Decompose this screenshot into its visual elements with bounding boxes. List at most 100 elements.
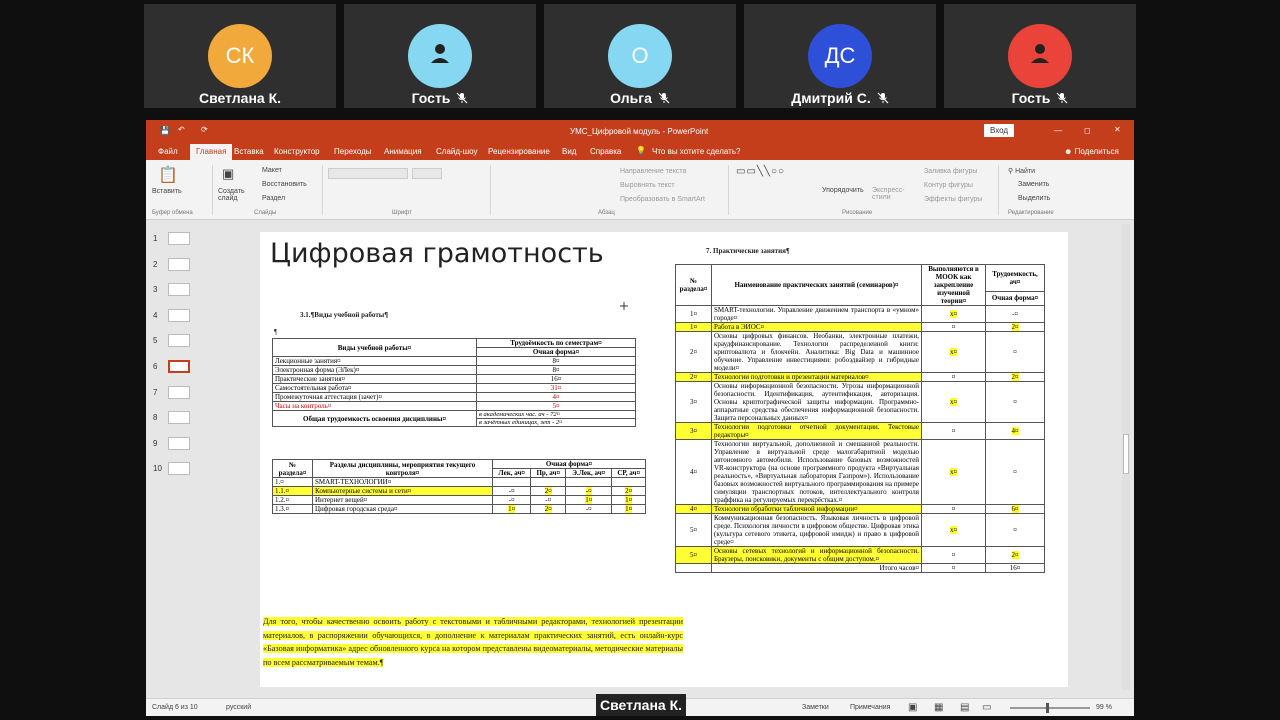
- ribbon-tab[interactable]: Анимация: [384, 147, 422, 156]
- replace-button[interactable]: Заменить: [1018, 181, 1049, 188]
- save-icon[interactable]: 💾: [160, 126, 170, 135]
- share-button[interactable]: ☻ Поделиться: [1064, 147, 1119, 156]
- table-row: 4¤ Технологии виртуальной, дополненной и …: [675, 439, 1045, 505]
- participant-tile[interactable]: ДС Дмитрий С.: [744, 4, 936, 108]
- layout-button[interactable]: Макет: [262, 167, 282, 174]
- align-text-button[interactable]: Выровнять текст: [620, 182, 675, 189]
- section-3-1-heading: 3.1.¶Виды учебной работы¶: [300, 311, 389, 319]
- t1-total-credits: в зачётных единицах, зет - 2¤: [476, 418, 636, 427]
- hours-value: 6¤: [1011, 505, 1019, 513]
- practice-mooc: x¤: [921, 381, 986, 423]
- section-hours: -¤: [565, 504, 613, 514]
- practice-mooc: ¤: [921, 546, 986, 564]
- table-row: 5¤ Коммуникационная безопасность. Языкова…: [675, 513, 1045, 547]
- participant-name: Дмитрий С.: [744, 90, 936, 106]
- ribbon-tab[interactable]: Переходы: [334, 147, 372, 156]
- zoom-level[interactable]: 99 %: [1096, 704, 1112, 711]
- t2-header-num: № раздела¤: [272, 459, 313, 478]
- undo-icon[interactable]: ↶: [178, 125, 185, 134]
- redo-icon[interactable]: ⟳: [201, 125, 208, 134]
- ribbon-tab[interactable]: Вставка: [234, 147, 264, 156]
- practice-section: 1¤: [675, 322, 712, 332]
- tell-me-input[interactable]: Что вы хотите сделать?: [652, 147, 740, 156]
- ribbon-tab[interactable]: Файл: [158, 147, 178, 156]
- participant-tile[interactable]: О Ольга: [544, 4, 736, 108]
- participant-tile[interactable]: Гость: [344, 4, 536, 108]
- slide-thumbnail[interactable]: [168, 385, 190, 399]
- ribbon-tab[interactable]: Рецензирование: [488, 147, 550, 156]
- section-hours: [491, 477, 532, 487]
- new-slide-icon[interactable]: ▣: [222, 166, 234, 182]
- table-row: Часы на контроль¤ 5¤: [272, 401, 636, 411]
- ribbon-tab[interactable]: Слайд-шоу: [436, 147, 477, 156]
- slide-thumbnail[interactable]: [168, 436, 190, 450]
- slideshow-view-icon[interactable]: ▭: [982, 702, 991, 713]
- section-button[interactable]: Раздел: [262, 195, 285, 202]
- mic-muted-icon: [877, 91, 889, 104]
- participant-tile[interactable]: СК Светлана К.: [144, 4, 336, 108]
- select-button[interactable]: Выделить: [1018, 195, 1050, 202]
- new-slide-button[interactable]: Создать слайд: [218, 188, 246, 202]
- slide-thumbnail[interactable]: [168, 462, 190, 476]
- shape-outline-button[interactable]: Контур фигуры: [924, 182, 973, 189]
- practice-hours: ¤: [985, 513, 1045, 547]
- comments-button[interactable]: Примечания: [850, 704, 890, 711]
- shape-effects-button[interactable]: Эффекты фигуры: [924, 196, 982, 203]
- section-hours: -¤: [491, 495, 532, 505]
- reading-view-icon[interactable]: ▤: [960, 702, 969, 713]
- participant-tile[interactable]: Гость: [944, 4, 1136, 108]
- text-direction-button[interactable]: Направление текста: [620, 168, 686, 175]
- login-button[interactable]: Вход: [984, 124, 1015, 137]
- slide-thumbnail[interactable]: [168, 283, 190, 297]
- normal-view-icon[interactable]: ▣: [908, 702, 917, 713]
- scrollbar-thumb[interactable]: [1123, 434, 1129, 474]
- t3-total-mooc: ¤: [921, 563, 986, 573]
- slide-thumbnail[interactable]: [168, 308, 190, 322]
- sorter-view-icon[interactable]: ▦: [934, 702, 943, 713]
- paste-icon[interactable]: 📋: [158, 165, 178, 185]
- find-button[interactable]: ⚲ Найти: [1008, 167, 1035, 175]
- notes-button[interactable]: Заметки: [802, 704, 829, 711]
- close-icon[interactable]: ✕: [1114, 125, 1121, 134]
- slide-title: Цифровая грамотность: [270, 238, 604, 269]
- ribbon-tab[interactable]: Главная: [190, 144, 233, 160]
- ribbon-tab[interactable]: Справка: [590, 147, 621, 156]
- slide-thumbnail[interactable]: [168, 232, 190, 245]
- language-indicator[interactable]: русский: [226, 704, 251, 711]
- practice-topic: Основы цифровых финансов. Необанки, элек…: [711, 331, 922, 373]
- slide-thumbnail[interactable]: [168, 360, 190, 373]
- zoom-slider-thumb[interactable]: [1046, 703, 1049, 713]
- shapes-gallery-icon[interactable]: ▭▭╲╲○○: [736, 166, 785, 177]
- ribbon-tab[interactable]: Вид: [562, 147, 576, 156]
- table-row: 4¤ Технологии обработки табличной информа…: [675, 504, 1045, 514]
- slide-thumbnail[interactable]: [168, 334, 190, 348]
- arrange-button[interactable]: Упорядочить: [822, 187, 864, 194]
- font-size-select[interactable]: [412, 168, 442, 179]
- slide-thumbnails: 1 2 3 4 5 6 7 8 9 10: [146, 222, 202, 698]
- quick-styles-button[interactable]: Экспресс-стили: [872, 187, 905, 201]
- font-family-select[interactable]: [328, 168, 408, 179]
- paste-button[interactable]: Вставить: [152, 188, 182, 195]
- practice-hours: 6¤: [985, 504, 1045, 514]
- table-row: 1¤ SMART-технологии. Управление движением…: [675, 305, 1045, 323]
- smartart-button[interactable]: Преобразовать в SmartArt: [620, 196, 705, 203]
- t3-total-num: [675, 563, 712, 573]
- vertical-scrollbar[interactable]: [1122, 224, 1130, 690]
- slide-thumbnail[interactable]: [168, 411, 190, 425]
- slide-number: 10: [153, 464, 162, 474]
- slide-counter: Слайд 6 из 10: [152, 704, 198, 711]
- practice-section: 3¤: [675, 422, 712, 440]
- mic-muted-icon: [658, 91, 670, 104]
- ribbon-tab[interactable]: Конструктор: [274, 147, 320, 156]
- maximize-icon[interactable]: ◻: [1084, 126, 1091, 135]
- section-hours: 1¤: [565, 495, 613, 505]
- table-row: Электронная форма (ЭЛек)¤ 8¤: [272, 365, 636, 375]
- t2-column-header: Лек, ач¤: [491, 468, 532, 478]
- minimize-icon[interactable]: —: [1054, 126, 1062, 135]
- mooc-mark: x¤: [950, 526, 957, 534]
- reset-button[interactable]: Восстановить: [262, 181, 307, 188]
- slide-thumbnail[interactable]: [168, 257, 190, 271]
- shape-fill-button[interactable]: Заливка фигуры: [924, 168, 977, 175]
- zoom-slider[interactable]: [1010, 707, 1090, 709]
- t3-header-num: № раздела¤: [675, 264, 712, 306]
